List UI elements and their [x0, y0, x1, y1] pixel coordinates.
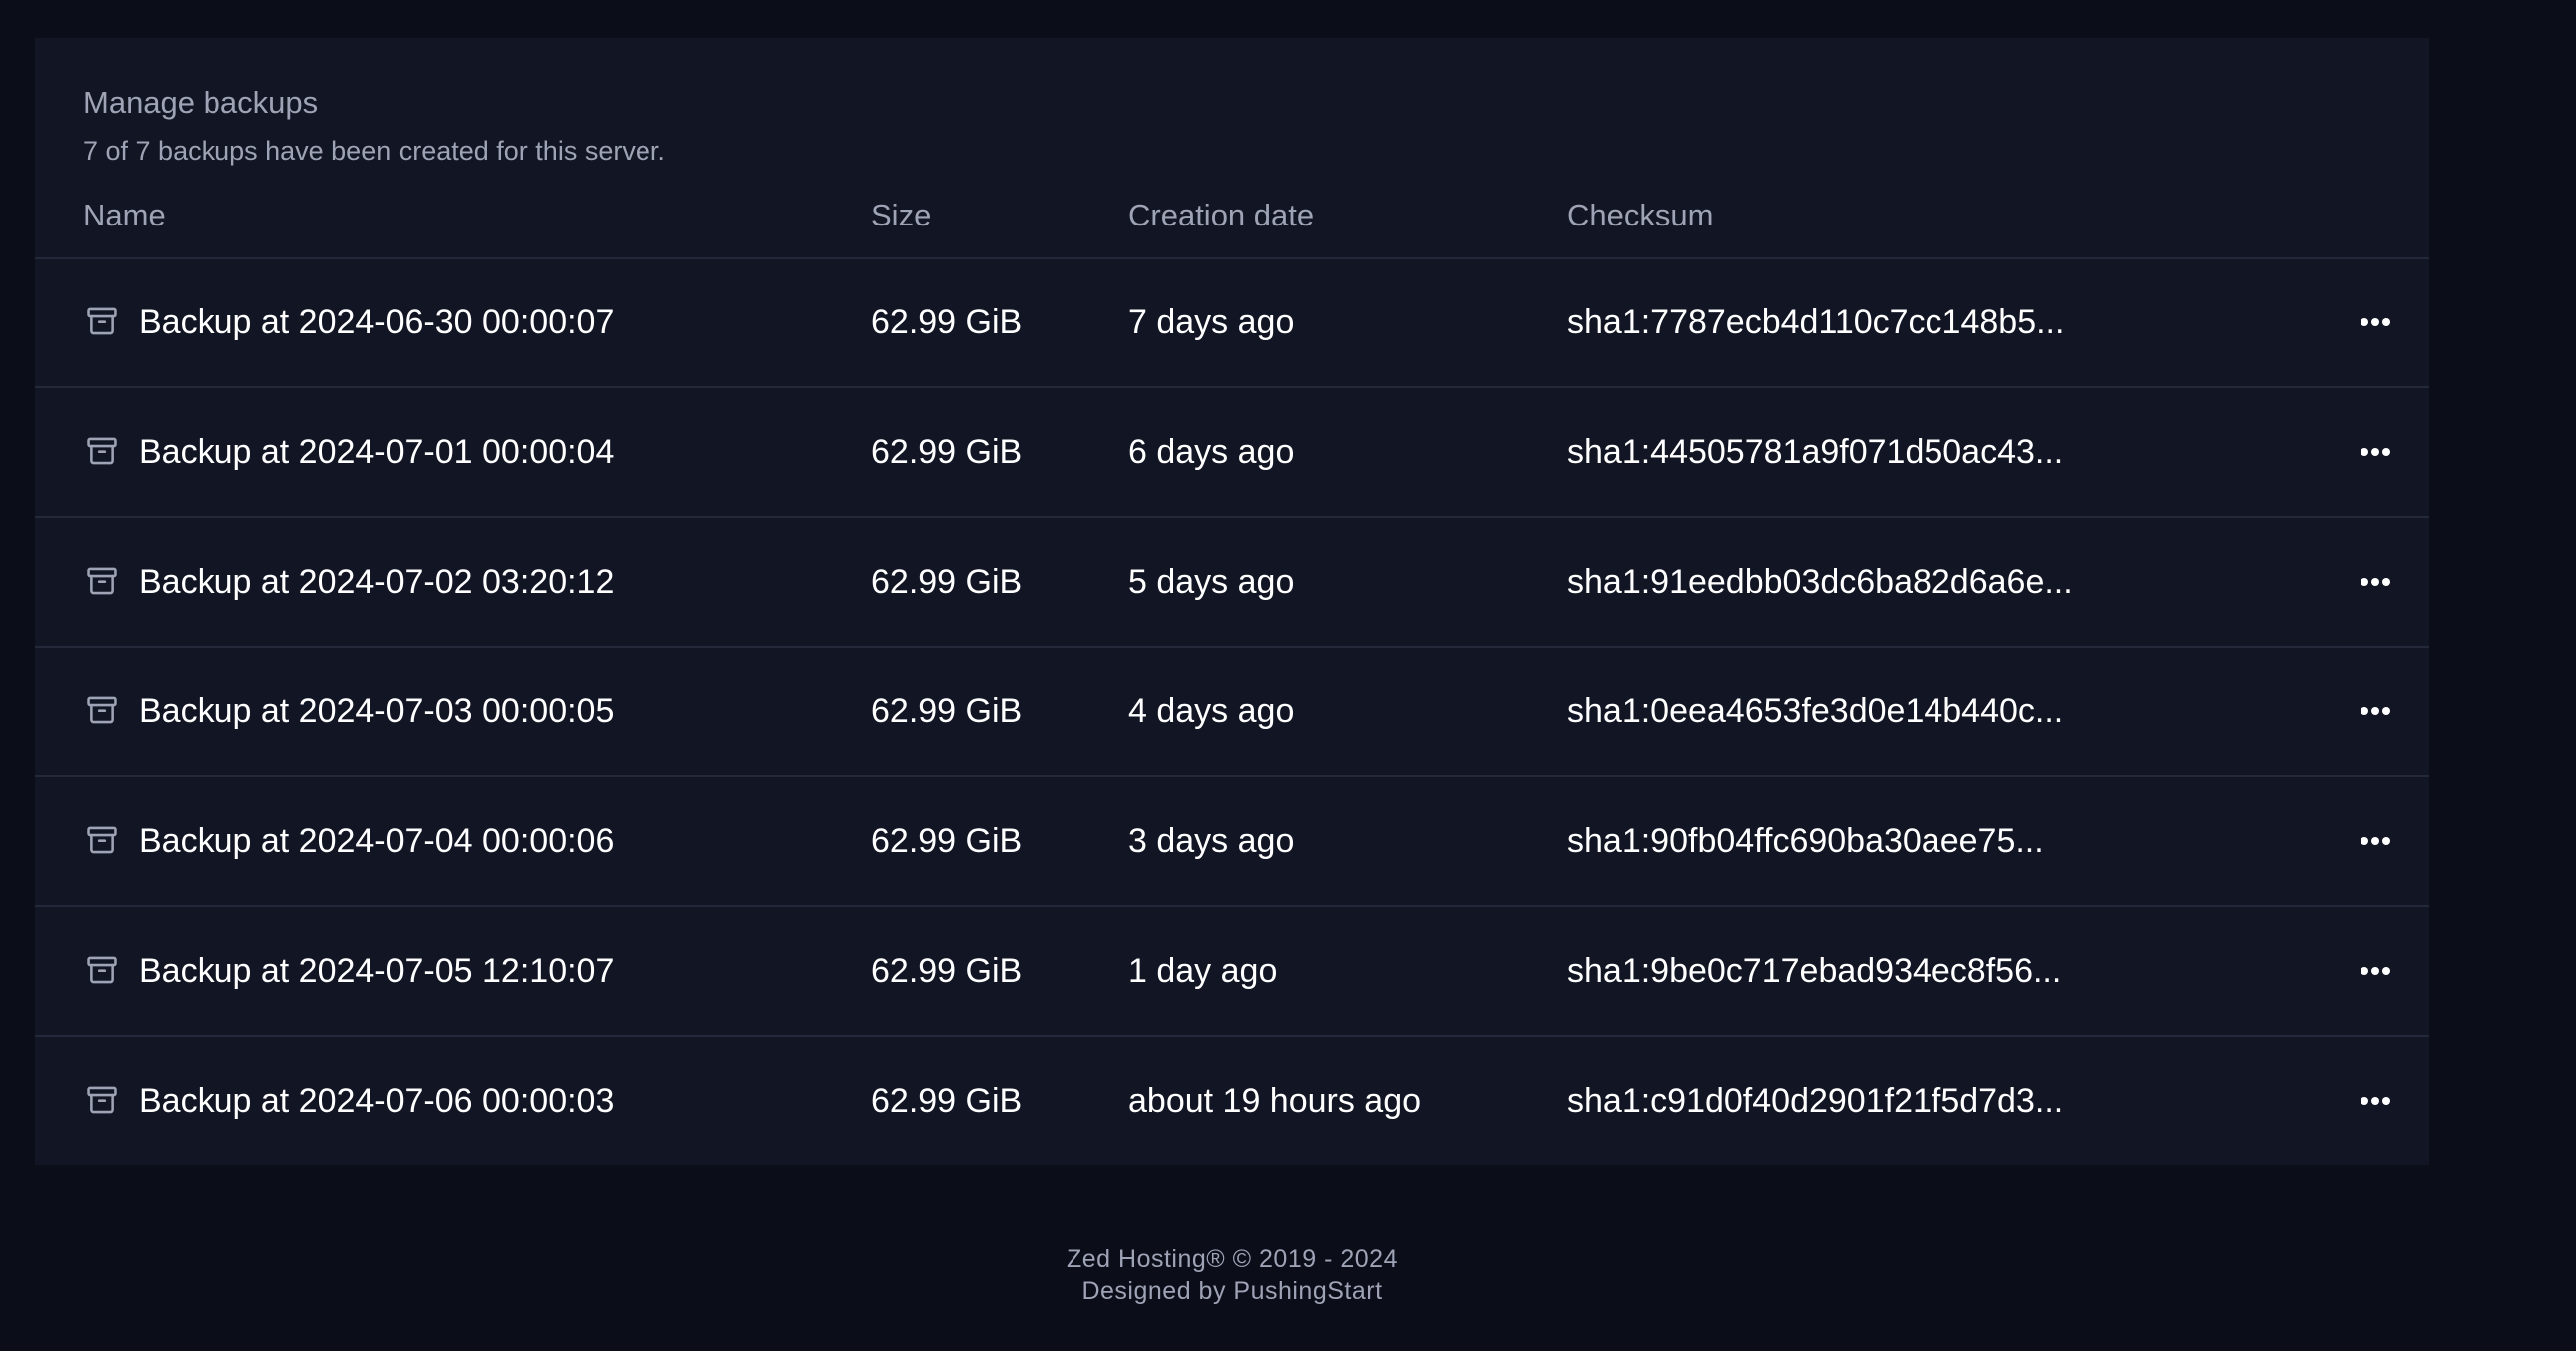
archive-icon: [85, 953, 119, 987]
archive-icon: [85, 434, 119, 468]
backup-actions-button[interactable]: [2346, 302, 2405, 342]
backup-name: Backup at 2024-07-01 00:00:04: [139, 433, 615, 471]
backup-row[interactable]: Backup at 2024-07-05 12:10:07 62.99 GiB …: [35, 907, 2429, 1037]
backup-size: 62.99 GiB: [871, 692, 1023, 730]
ellipsis-horizontal-icon: [2361, 318, 2390, 326]
backup-checksum: sha1:90fb04ffc690ba30aee75...: [1567, 822, 2044, 860]
panel-title: Manage backups: [83, 85, 319, 120]
backup-creation-date: about 19 hours ago: [1128, 1082, 1422, 1120]
column-header-checksum: Checksum: [1567, 198, 1714, 232]
backup-name: Backup at 2024-07-04 00:00:06: [139, 822, 615, 860]
archive-icon: [85, 304, 119, 338]
backup-creation-date: 7 days ago: [1128, 303, 1295, 341]
backup-name: Backup at 2024-07-06 00:00:03: [139, 1082, 615, 1120]
backup-size: 62.99 GiB: [871, 1082, 1023, 1120]
backup-actions-button[interactable]: [2346, 1081, 2405, 1121]
backup-checksum: sha1:44505781a9f071d50ac43...: [1567, 433, 2064, 471]
backup-row[interactable]: Backup at 2024-07-02 03:20:12 62.99 GiB …: [35, 518, 2429, 648]
backup-checksum: sha1:7787ecb4d110c7cc148b5...: [1567, 303, 2065, 341]
backup-actions-button[interactable]: [2346, 951, 2405, 991]
backup-name: Backup at 2024-07-05 12:10:07: [139, 952, 615, 990]
backup-count-text: 7 of 7 backups have been created for thi…: [83, 136, 665, 166]
ellipsis-horizontal-icon: [2361, 578, 2390, 586]
footer-copyright: Zed Hosting® © 2019 - 2024: [1067, 1245, 1398, 1273]
ellipsis-horizontal-icon: [2361, 1097, 2390, 1105]
backups-panel: Manage backups 7 of 7 backups have been …: [35, 38, 2429, 1165]
column-header-size: Size: [871, 198, 932, 232]
backup-creation-date: 1 day ago: [1128, 952, 1278, 990]
ellipsis-horizontal-icon: [2361, 448, 2390, 456]
backup-name: Backup at 2024-07-02 03:20:12: [139, 563, 615, 601]
backup-creation-date: 4 days ago: [1128, 692, 1295, 730]
backup-actions-button[interactable]: [2346, 821, 2405, 861]
backup-creation-date: 3 days ago: [1128, 822, 1295, 860]
backup-name: Backup at 2024-07-03 00:00:05: [139, 692, 615, 730]
archive-icon: [85, 693, 119, 727]
backup-row[interactable]: Backup at 2024-07-04 00:00:06 62.99 GiB …: [35, 777, 2429, 907]
backup-creation-date: 5 days ago: [1128, 563, 1295, 601]
archive-icon: [85, 564, 119, 598]
archive-icon: [85, 823, 119, 857]
column-header-name: Name: [83, 198, 166, 232]
backup-checksum: sha1:9be0c717ebad934ec8f56...: [1567, 952, 2062, 990]
backup-actions-button[interactable]: [2346, 691, 2405, 731]
backup-actions-button[interactable]: [2346, 432, 2405, 472]
backup-creation-date: 6 days ago: [1128, 433, 1295, 471]
footer: Zed Hosting® © 2019 - 2024 Designed by P…: [35, 1243, 2429, 1307]
table-header: Name Size Creation date Checksum: [35, 188, 2429, 259]
backup-row[interactable]: Backup at 2024-07-03 00:00:05 62.99 GiB …: [35, 648, 2429, 777]
backup-row[interactable]: Backup at 2024-06-30 00:00:07 62.99 GiB …: [35, 258, 2429, 388]
backup-list: Backup at 2024-06-30 00:00:07 62.99 GiB …: [35, 258, 2429, 1164]
backup-checksum: sha1:c91d0f40d2901f21f5d7d3...: [1567, 1082, 2064, 1120]
column-header-creation-date: Creation date: [1128, 198, 1315, 232]
panel-header: Manage backups 7 of 7 backups have been …: [83, 83, 665, 169]
backup-size: 62.99 GiB: [871, 433, 1023, 471]
backup-size: 62.99 GiB: [871, 822, 1023, 860]
ellipsis-horizontal-icon: [2361, 837, 2390, 845]
backup-size: 62.99 GiB: [871, 952, 1023, 990]
backup-checksum: sha1:91eedbb03dc6ba82d6a6e...: [1567, 563, 2073, 601]
backup-name: Backup at 2024-06-30 00:00:07: [139, 303, 615, 341]
backup-size: 62.99 GiB: [871, 303, 1023, 341]
ellipsis-horizontal-icon: [2361, 967, 2390, 975]
backup-actions-button[interactable]: [2346, 562, 2405, 602]
backup-row[interactable]: Backup at 2024-07-06 00:00:03 62.99 GiB …: [35, 1037, 2429, 1164]
backup-row[interactable]: Backup at 2024-07-01 00:00:04 62.99 GiB …: [35, 388, 2429, 518]
archive-icon: [85, 1083, 119, 1117]
footer-credit: Designed by PushingStart: [1081, 1277, 1383, 1305]
backup-size: 62.99 GiB: [871, 563, 1023, 601]
ellipsis-horizontal-icon: [2361, 707, 2390, 715]
backup-checksum: sha1:0eea4653fe3d0e14b440c...: [1567, 692, 2064, 730]
